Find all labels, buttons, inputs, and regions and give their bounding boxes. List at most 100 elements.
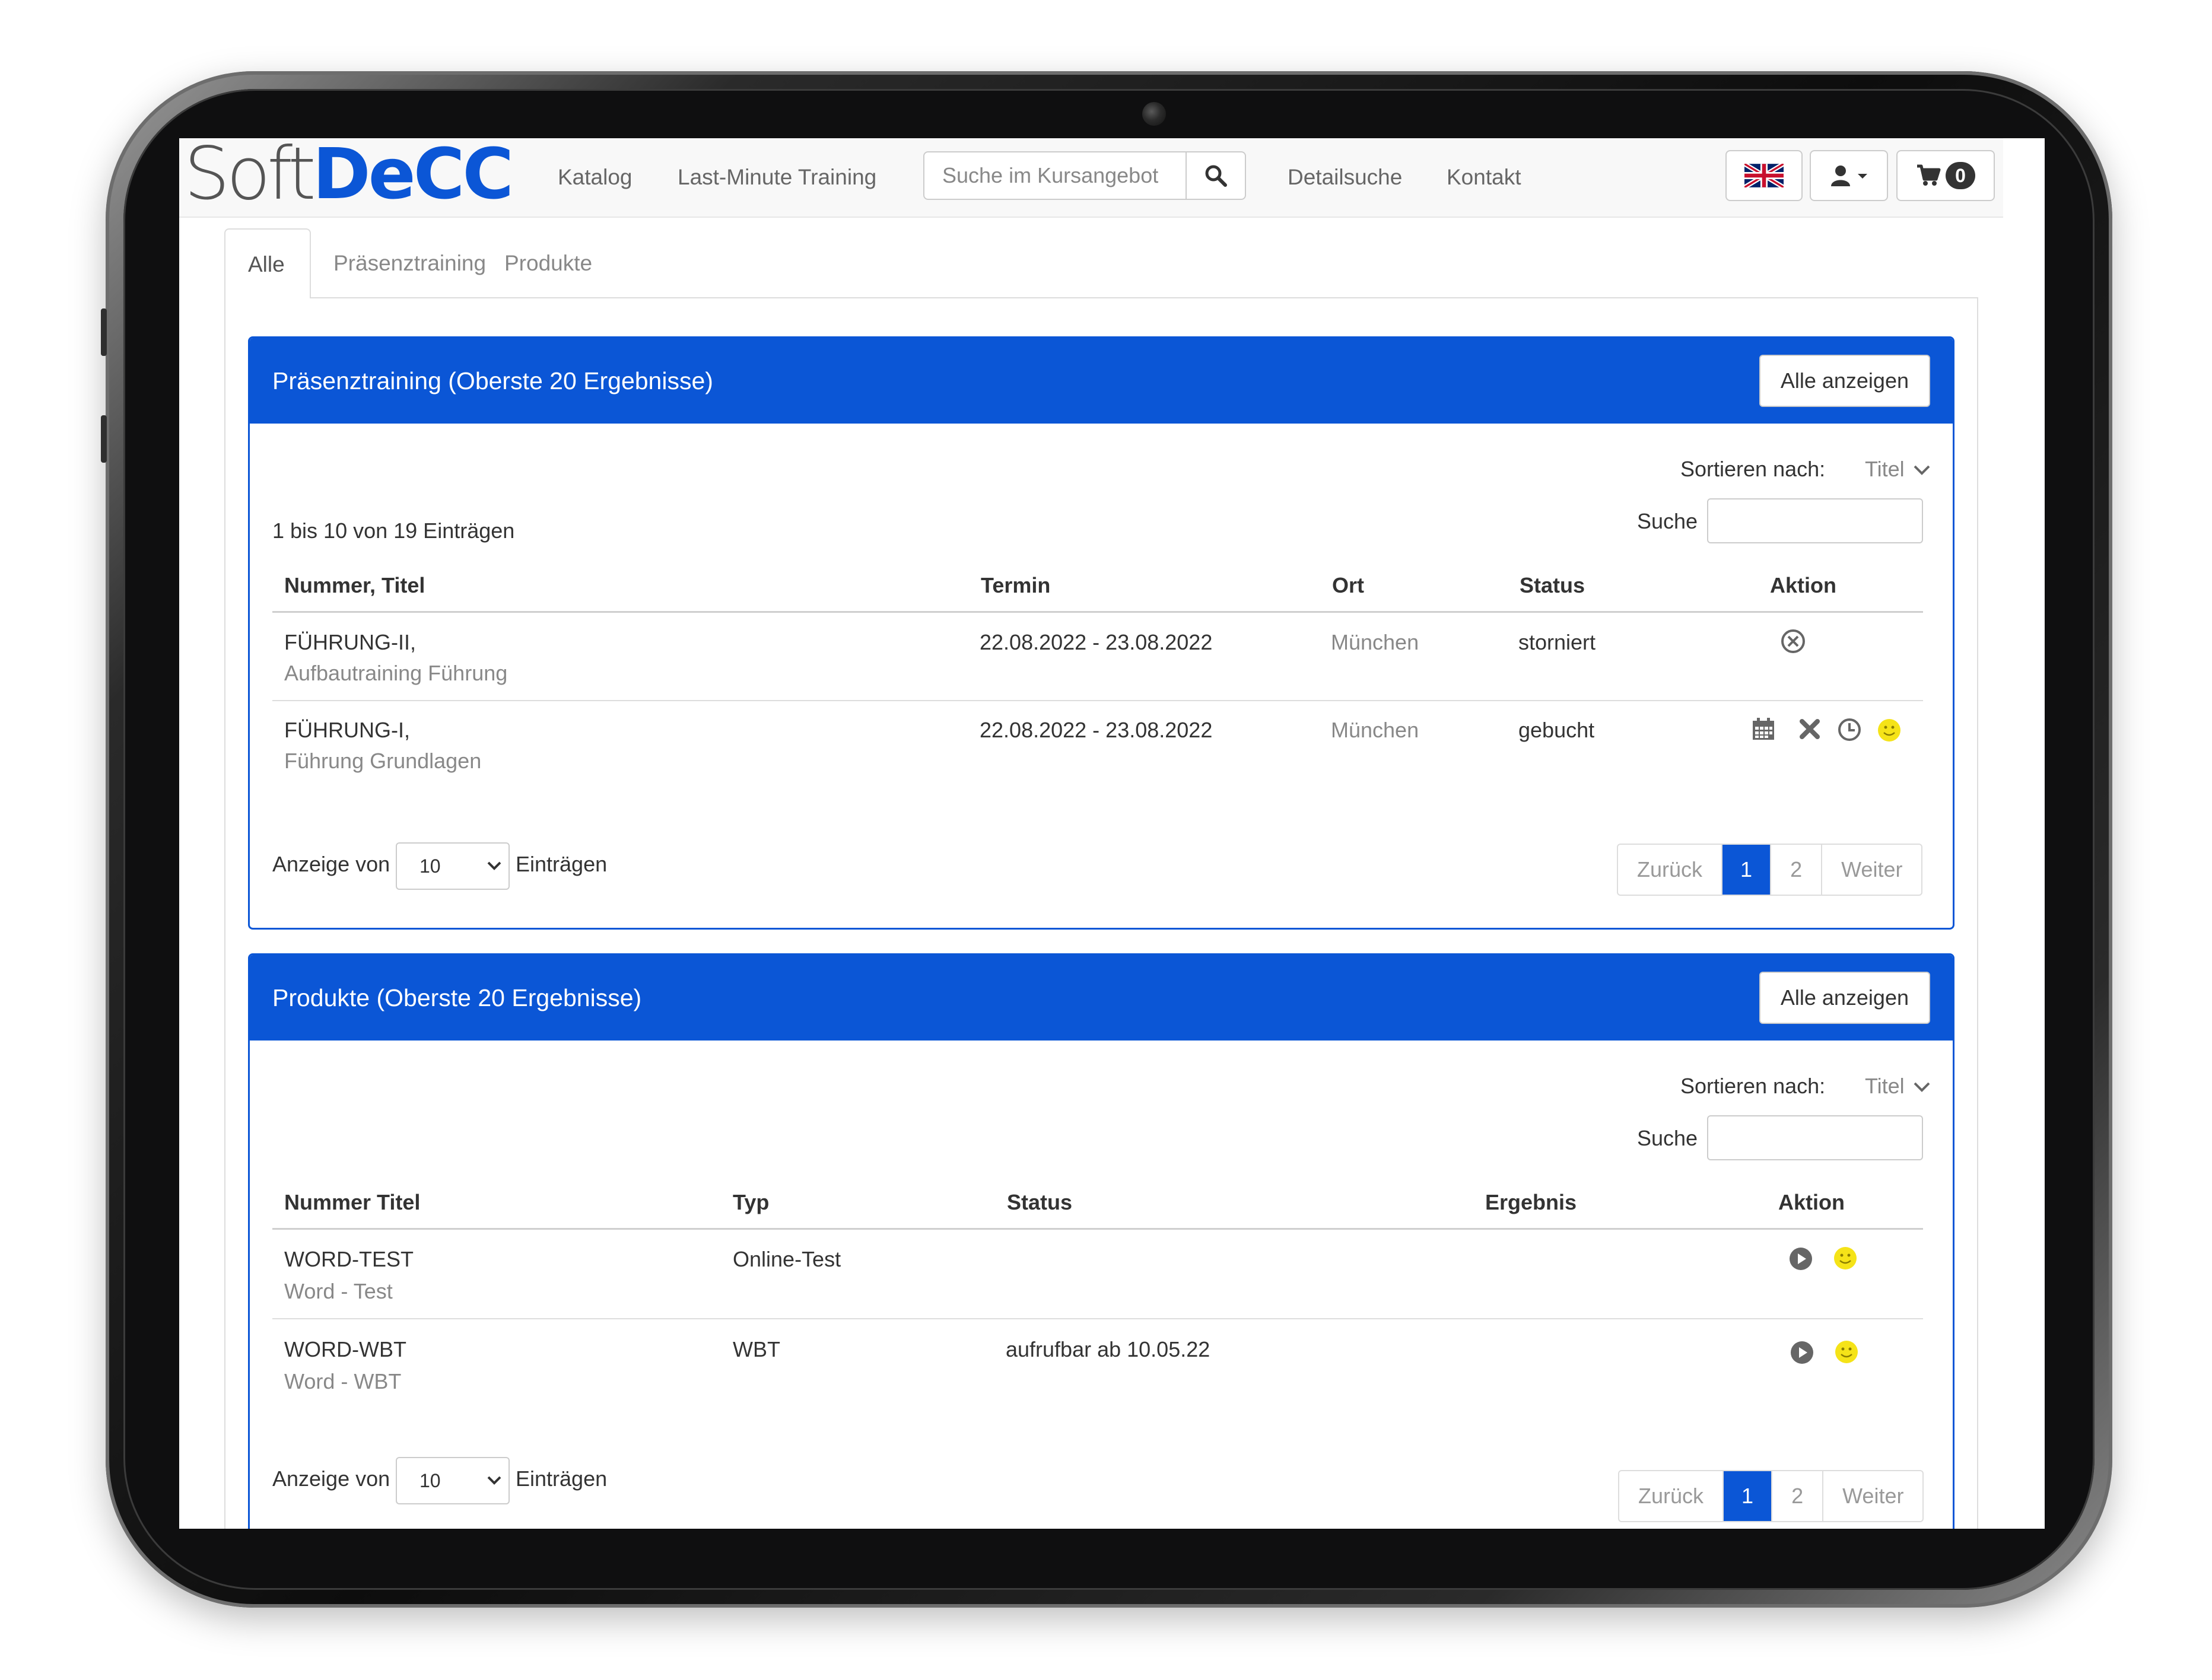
panel-produkte: Produkte (Oberste 20 Ergebnisse) Alle an… <box>248 953 1954 1529</box>
user-menu-button[interactable] <box>1810 150 1888 201</box>
sort-value: Titel <box>1865 457 1905 481</box>
navbar: SoftDeCC Katalog Last-Minute Training De… <box>179 138 2003 218</box>
tab-produkte[interactable]: Produkte <box>482 228 615 298</box>
row-status: aufrufbar ab 10.05.22 <box>1006 1337 1210 1361</box>
row-type: Online-Test <box>733 1247 841 1271</box>
row-title[interactable]: Word - WBT <box>284 1369 401 1394</box>
page-length-select[interactable]: 10 <box>396 1457 510 1504</box>
row-status: gebucht <box>1518 718 1595 742</box>
length-suffix: Einträgen <box>516 852 608 876</box>
column-header[interactable]: Ort <box>1332 573 1364 598</box>
sort-select[interactable]: Titel <box>1865 457 1931 482</box>
panel-header: Produkte (Oberste 20 Ergebnisse) Alle an… <box>250 955 1953 1041</box>
panel-title: Präsenztraining (Oberste 20 Ergebnisse) <box>272 367 713 394</box>
column-header[interactable]: Typ <box>733 1190 769 1215</box>
row-title[interactable]: Word - Test <box>284 1279 393 1304</box>
length-suffix: Einträgen <box>516 1466 608 1491</box>
nav-last-minute-training[interactable]: Last-Minute Training <box>678 138 876 217</box>
cart-button[interactable]: 0 <box>1896 150 1995 201</box>
sort-select[interactable]: Titel <box>1865 1074 1931 1099</box>
column-header: Aktion <box>1770 573 1836 597</box>
screen: SoftDeCC Katalog Last-Minute Training De… <box>179 138 2045 1529</box>
column-header[interactable]: Status <box>1007 1190 1072 1215</box>
pagination: Zurück 1 2 Weiter <box>1618 1470 1924 1522</box>
smiley-icon[interactable] <box>1833 1246 1858 1271</box>
sort-label: Sortieren nach: <box>1680 457 1826 481</box>
pagination-page-2[interactable]: 2 <box>1771 1471 1822 1521</box>
row-date: 22.08.2022 - 23.08.2022 <box>980 718 1213 742</box>
column-header[interactable]: Status <box>1520 573 1585 598</box>
nav-kontakt[interactable]: Kontakt <box>1447 138 1521 217</box>
brand-decc: DeCC <box>312 138 514 215</box>
nav-katalog[interactable]: Katalog <box>558 138 633 217</box>
column-header[interactable]: Nummer, Titel <box>284 573 425 598</box>
pagination-page-2[interactable]: 2 <box>1770 845 1821 895</box>
search-input[interactable] <box>923 151 1187 200</box>
clock-icon[interactable] <box>1836 717 1863 743</box>
row-number: WORD-TEST <box>284 1247 414 1271</box>
volume-button <box>101 415 107 463</box>
pagination-next[interactable]: Weiter <box>1821 845 1921 895</box>
play-icon[interactable] <box>1789 1339 1815 1366</box>
row-type: WBT <box>733 1337 780 1361</box>
brand-logo[interactable]: Soft DeCC <box>184 138 514 216</box>
smiley-icon[interactable] <box>1877 718 1902 743</box>
camera-icon <box>1142 102 1166 126</box>
row-divider <box>272 1318 1923 1319</box>
show-all-button[interactable]: Alle anzeigen <box>1759 972 1930 1024</box>
brand-soft: Soft <box>184 138 316 216</box>
row-number: FÜHRUNG-II, <box>284 630 416 654</box>
cart-count-badge: 0 <box>1946 162 1975 189</box>
row-title[interactable]: Führung Grundlagen <box>284 749 481 774</box>
panel-praesenztraining: Präsenztraining (Oberste 20 Ergebnisse) … <box>248 336 1954 930</box>
volume-button <box>101 308 107 356</box>
sort-value: Titel <box>1865 1074 1905 1098</box>
caret-down-icon <box>1858 174 1867 179</box>
chevron-down-icon <box>1914 1082 1930 1092</box>
column-header[interactable]: Nummer Titel <box>284 1190 420 1215</box>
column-header[interactable]: Termin <box>981 573 1050 598</box>
row-title[interactable]: Aufbautraining Führung <box>284 661 507 686</box>
page-length-value: 10 <box>419 855 441 877</box>
pagination-page-1[interactable]: 1 <box>1721 845 1771 895</box>
cart-icon <box>1917 164 1941 186</box>
page-length-select[interactable]: 10 <box>396 842 510 890</box>
search-icon <box>1205 165 1227 187</box>
tab-praesenztraining[interactable]: Präsenztraining <box>311 228 508 298</box>
tab-alle[interactable]: Alle <box>224 228 311 298</box>
pagination-next[interactable]: Weiter <box>1822 1471 1922 1521</box>
pagination-prev[interactable]: Zurück <box>1619 1471 1722 1521</box>
row-divider <box>272 700 1923 701</box>
header-divider <box>272 611 1923 613</box>
header-divider <box>272 1228 1923 1230</box>
close-icon[interactable] <box>1798 718 1821 740</box>
calendar-icon[interactable] <box>1751 717 1776 742</box>
chevron-down-icon <box>1914 465 1930 475</box>
panel-header: Präsenztraining (Oberste 20 Ergebnisse) … <box>250 338 1953 424</box>
chevron-down-icon <box>487 1476 501 1485</box>
pagination: Zurück 1 2 Weiter <box>1617 844 1923 896</box>
cancel-circle-icon[interactable] <box>1779 628 1807 655</box>
play-icon[interactable] <box>1788 1246 1814 1272</box>
language-button[interactable] <box>1725 150 1803 201</box>
pagination-prev[interactable]: Zurück <box>1618 845 1721 895</box>
chevron-down-icon <box>487 861 501 870</box>
user-icon <box>1831 166 1850 186</box>
panel-title: Produkte (Oberste 20 Ergebnisse) <box>272 984 642 1011</box>
pagination-page-1[interactable]: 1 <box>1722 1471 1772 1521</box>
search-button[interactable] <box>1186 151 1246 200</box>
show-all-button[interactable]: Alle anzeigen <box>1759 355 1930 407</box>
smiley-icon[interactable] <box>1834 1339 1859 1364</box>
nav-detailsuche[interactable]: Detailsuche <box>1288 138 1402 217</box>
uk-flag-icon <box>1744 164 1784 187</box>
table-search-input[interactable] <box>1707 498 1923 543</box>
table-info: 1 bis 10 von 19 Einträgen <box>272 518 515 543</box>
page-length-value: 10 <box>419 1470 441 1491</box>
column-header[interactable]: Ergebnis <box>1485 1190 1577 1215</box>
length-prefix: Anzeige von <box>272 1466 390 1491</box>
row-number: FÜHRUNG-I, <box>284 718 410 742</box>
table-search-label: Suche <box>1637 509 1698 533</box>
table-search-input[interactable] <box>1707 1115 1923 1160</box>
length-prefix: Anzeige von <box>272 852 390 876</box>
column-header: Aktion <box>1778 1190 1845 1214</box>
